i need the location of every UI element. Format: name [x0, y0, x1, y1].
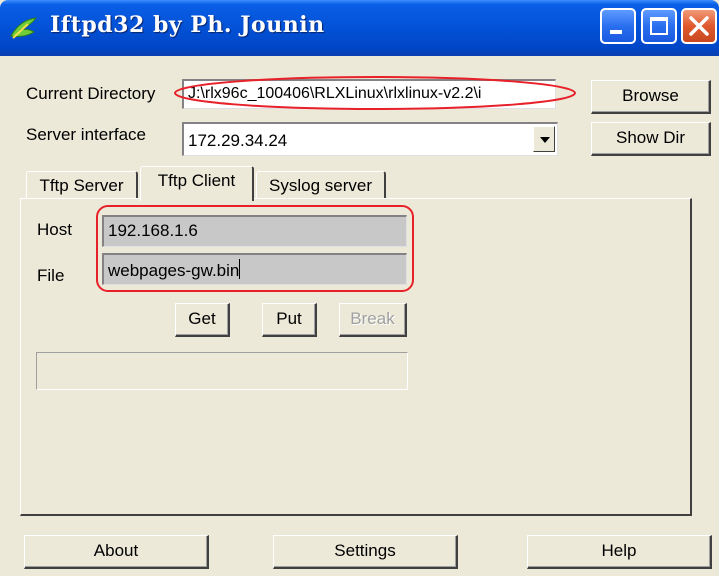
chevron-down-icon[interactable]: [533, 126, 555, 152]
help-button[interactable]: Help: [527, 535, 712, 569]
browse-button[interactable]: Browse: [591, 80, 711, 114]
current-directory-field[interactable]: J:\rlx96c_100406\RLXLinux\rlxlinux-v2.2\…: [182, 79, 556, 109]
server-interface-label: Server interface: [26, 125, 146, 144]
close-button[interactable]: [681, 8, 717, 44]
break-button[interactable]: Break: [339, 303, 407, 337]
file-value: webpages-gw.bin: [108, 261, 240, 280]
about-button[interactable]: About: [24, 535, 209, 569]
current-directory-value: J:\rlx96c_100406\RLXLinux\rlxlinux-v2.2\…: [188, 85, 482, 102]
server-interface-value: 172.29.34.24: [188, 131, 288, 150]
put-button[interactable]: Put: [262, 303, 317, 337]
show-dir-button[interactable]: Show Dir: [591, 122, 711, 156]
tab-syslog-server[interactable]: Syslog server: [256, 171, 386, 201]
tab-tftp-server[interactable]: Tftp Server: [26, 171, 138, 201]
transfer-progress-bar: [36, 352, 408, 390]
tftpd-app-icon: [10, 17, 38, 39]
maximize-icon: [650, 17, 668, 35]
window-title: Iftpd32 by Ph. Jounin: [50, 12, 325, 38]
title-bar[interactable]: Iftpd32 by Ph. Jounin: [0, 0, 719, 56]
maximize-button[interactable]: [641, 8, 677, 44]
host-value: 192.168.1.6: [108, 221, 198, 240]
get-button[interactable]: Get: [175, 303, 230, 337]
tab-tftp-client[interactable]: Tftp Client: [140, 166, 254, 201]
host-input[interactable]: 192.168.1.6: [102, 215, 407, 247]
host-label: Host: [37, 220, 72, 239]
minimize-icon: [610, 30, 622, 34]
file-label: File: [37, 266, 65, 285]
server-interface-select[interactable]: 172.29.34.24: [182, 122, 558, 156]
minimize-button[interactable]: [600, 8, 636, 44]
close-icon: [689, 16, 709, 36]
current-directory-label: Current Directory: [26, 84, 156, 103]
settings-button[interactable]: Settings: [273, 535, 458, 569]
text-cursor: [239, 259, 241, 279]
file-input[interactable]: webpages-gw.bin: [102, 253, 407, 285]
